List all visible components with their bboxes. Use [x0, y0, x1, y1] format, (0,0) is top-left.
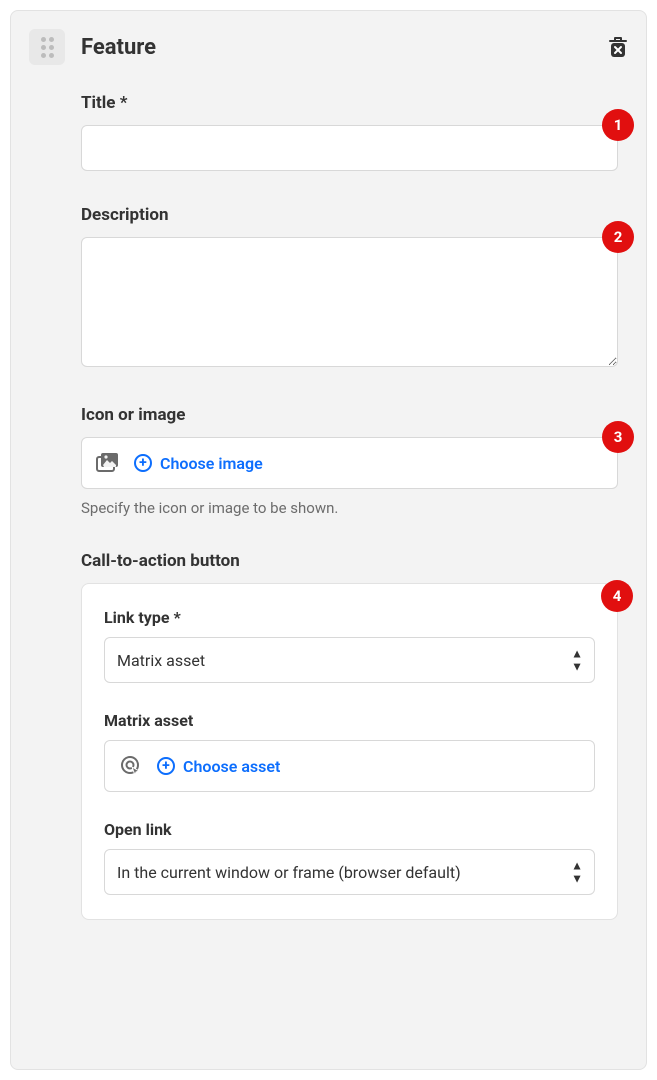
open-link-value: In the current window or frame (browser … [117, 863, 461, 882]
title-label: Title * [81, 93, 618, 113]
open-link-field: Open link In the current window or frame… [104, 820, 595, 895]
icon-image-label: Icon or image [81, 405, 618, 425]
annotation-badge-4: 4 [601, 580, 633, 612]
choose-image-link[interactable]: + Choose image [134, 454, 263, 473]
plus-circle-icon: + [157, 757, 175, 775]
link-type-label: Link type * [104, 608, 595, 627]
icon-image-field: Icon or image + Choose image Specify the… [81, 405, 618, 517]
open-link-label: Open link [104, 820, 595, 839]
delete-button[interactable] [608, 36, 628, 58]
feature-panel: Feature Title * 1 Description 2 Icon or … [10, 10, 647, 1070]
cta-field: Call-to-action button 4 Link type * Matr… [81, 551, 618, 920]
description-input[interactable] [81, 237, 618, 367]
icon-image-help: Specify the icon or image to be shown. [81, 499, 618, 517]
image-picker[interactable]: + Choose image [81, 437, 618, 489]
link-type-select[interactable]: Matrix asset [104, 637, 595, 683]
trash-icon [608, 36, 628, 58]
drag-handle[interactable] [29, 29, 65, 65]
panel-header: Feature [29, 29, 628, 65]
description-field: Description 2 [81, 205, 618, 371]
choose-asset-link[interactable]: + Choose asset [157, 757, 280, 776]
cta-box: 4 Link type * Matrix asset ▲▼ M [81, 583, 618, 920]
annotation-badge-2: 2 [602, 221, 634, 253]
cta-label: Call-to-action button [81, 551, 618, 571]
drag-handle-icon [41, 37, 54, 58]
matrix-asset-label: Matrix asset [104, 711, 595, 730]
link-type-value: Matrix asset [117, 651, 205, 670]
title-field: Title * 1 [81, 93, 618, 171]
annotation-badge-3: 3 [602, 421, 634, 453]
open-link-select[interactable]: In the current window or frame (browser … [104, 849, 595, 895]
panel-title: Feature [81, 35, 608, 60]
link-type-field: Link type * Matrix asset ▲▼ [104, 608, 595, 683]
annotation-badge-1: 1 [602, 109, 634, 141]
plus-circle-icon: + [134, 454, 152, 472]
asset-picker[interactable]: + Choose asset [104, 740, 595, 792]
choose-asset-label: Choose asset [183, 757, 280, 776]
matrix-asset-field: Matrix asset + Choose asset [104, 711, 595, 792]
target-cursor-icon [119, 754, 143, 778]
title-input[interactable] [81, 125, 618, 171]
image-stack-icon [96, 452, 120, 474]
choose-image-label: Choose image [160, 454, 263, 473]
description-label: Description [81, 205, 618, 225]
panel-content: Title * 1 Description 2 Icon or image [29, 93, 628, 920]
